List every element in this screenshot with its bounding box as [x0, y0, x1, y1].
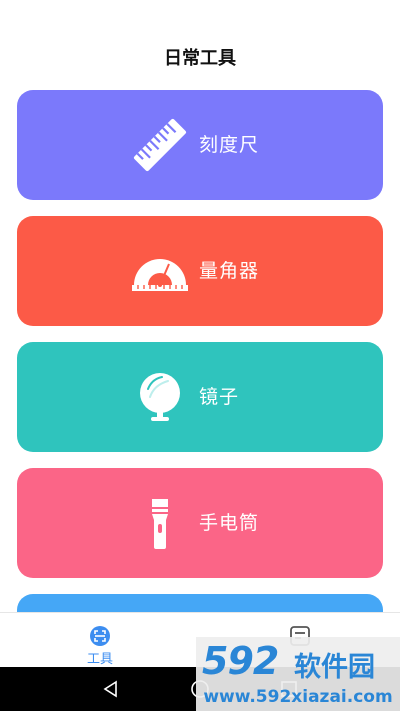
- mirror-tool-label: 镜子: [199, 386, 240, 408]
- watermark-brand-number: 592: [202, 639, 279, 683]
- flashlight-tool-label: 手电筒: [199, 512, 260, 534]
- watermark-brand-text: 软件园: [294, 652, 375, 683]
- mirror-tool-card[interactable]: 镜子: [17, 342, 383, 452]
- ruler-tool-label: 刻度尺: [199, 134, 260, 156]
- protractor-tool-label: 量角器: [199, 260, 260, 282]
- flashlight-icon: [152, 499, 168, 549]
- back-icon[interactable]: [101, 679, 121, 699]
- tab-tools[interactable]: 工具: [0, 613, 200, 668]
- page-title: 日常工具: [164, 48, 236, 69]
- watermark-url: www.592xiazai.com: [196, 683, 400, 711]
- tab-tools-label: 工具: [86, 652, 113, 667]
- ruler-icon: [133, 118, 187, 172]
- protractor-tool-card[interactable]: 量角器: [17, 216, 383, 326]
- watermark-brand: 592 软件园: [196, 637, 400, 683]
- site-watermark: 592 软件园 www.592xiazai.com: [196, 637, 400, 711]
- ruler-tool-card[interactable]: 刻度尺: [17, 90, 383, 200]
- mirror-icon: [140, 373, 180, 421]
- protractor-icon: [132, 259, 188, 291]
- tools-tab-icon: [90, 626, 110, 646]
- flashlight-tool-card[interactable]: 手电筒: [17, 468, 383, 578]
- next-tool-card[interactable]: [17, 594, 383, 612]
